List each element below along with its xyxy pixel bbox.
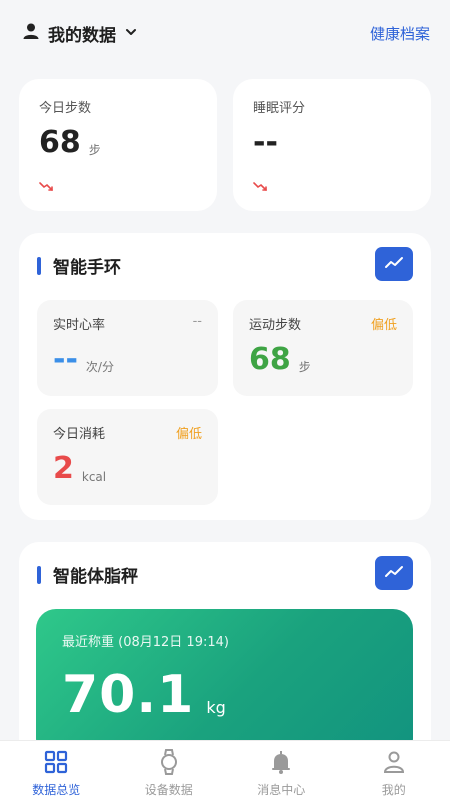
calories-label: 今日消耗 (53, 427, 106, 442)
heart-rate-unit: 次/分 (85, 360, 114, 374)
calories-value: 2 (53, 451, 74, 486)
exercise-steps-value: 68 (249, 342, 291, 377)
person-icon (381, 749, 407, 775)
tab-device-data[interactable]: 设备数据 (113, 741, 226, 800)
watch-icon (156, 749, 182, 775)
smart-band-title: 智能手环 (53, 258, 121, 278)
profile-switcher[interactable]: 我的数据 (22, 21, 138, 46)
tab-label: 设备数据 (144, 783, 193, 797)
bottom-tab-bar: 数据总览 设备数据 消息中心 我的 (0, 740, 450, 800)
tab-label: 消息中心 (257, 783, 306, 797)
sleep-card[interactable]: 睡眠评分 -- (233, 79, 431, 211)
recent-weight-label: 最近称重 (08月12日 19:14) (62, 635, 229, 650)
exercise-steps-value-group: 68 步 (249, 342, 311, 377)
heart-rate-status: -- (192, 314, 202, 329)
header: 我的数据 健康档案 (0, 0, 450, 66)
chevron-down-icon (124, 24, 138, 43)
tab-message-center[interactable]: 消息中心 (225, 741, 338, 800)
exercise-steps-status: 偏低 (370, 318, 397, 333)
line-chart-icon (384, 255, 404, 274)
weight-value: 70.1 (62, 665, 195, 725)
sleep-label: 睡眠评分 (253, 101, 306, 116)
sleep-value: -- (253, 125, 278, 160)
tab-data-overview[interactable]: 数据总览 (0, 741, 113, 800)
tab-mine[interactable]: 我的 (338, 741, 450, 800)
heart-rate-tile[interactable]: 实时心率 -- -- 次/分 (37, 300, 218, 396)
weight-unit: kg (206, 698, 226, 717)
steps-card[interactable]: 今日步数 68 步 (19, 79, 217, 211)
scale-chart-button[interactable] (375, 556, 413, 590)
exercise-steps-tile[interactable]: 运动步数 偏低 68 步 (233, 300, 413, 396)
health-records-link[interactable]: 健康档案 (370, 23, 430, 44)
steps-label: 今日步数 (39, 101, 92, 116)
recent-weight-card[interactable]: 最近称重 (08月12日 19:14) 70.1 kg (36, 609, 413, 759)
grid-icon (43, 749, 69, 775)
heart-rate-label: 实时心率 (53, 318, 106, 333)
exercise-steps-label: 运动步数 (249, 318, 302, 333)
trend-down-icon (39, 177, 55, 196)
smart-band-card: 智能手环 实时心率 -- -- 次/分 运动步数 偏低 68 步 今日消耗 偏低… (19, 233, 431, 520)
sleep-value-group: -- (253, 125, 278, 160)
smart-scale-header: 智能体脂秤 (19, 542, 431, 608)
smart-scale-title: 智能体脂秤 (53, 567, 138, 587)
section-accent-bar (37, 257, 41, 275)
person-icon (22, 22, 40, 44)
calories-tile[interactable]: 今日消耗 偏低 2 kcal (37, 409, 218, 505)
weight-value-group: 70.1 kg (62, 665, 226, 725)
steps-unit: 步 (88, 143, 101, 157)
steps-value: 68 (39, 125, 81, 160)
page-title: 我的数据 (48, 25, 116, 46)
tab-label: 数据总览 (32, 783, 81, 797)
steps-value-group: 68 步 (39, 125, 101, 160)
section-accent-bar (37, 566, 41, 584)
calories-status: 偏低 (175, 427, 202, 442)
heart-rate-value-group: -- 次/分 (53, 342, 114, 377)
calories-unit: kcal (81, 470, 107, 484)
trend-down-icon (253, 177, 269, 196)
calories-value-group: 2 kcal (53, 451, 106, 486)
line-chart-icon (384, 564, 404, 583)
tab-label: 我的 (381, 783, 406, 797)
exercise-steps-unit: 步 (298, 360, 311, 374)
heart-rate-value: -- (53, 342, 78, 377)
band-chart-button[interactable] (375, 247, 413, 281)
bell-icon (268, 749, 294, 775)
smart-band-header: 智能手环 (19, 233, 431, 299)
